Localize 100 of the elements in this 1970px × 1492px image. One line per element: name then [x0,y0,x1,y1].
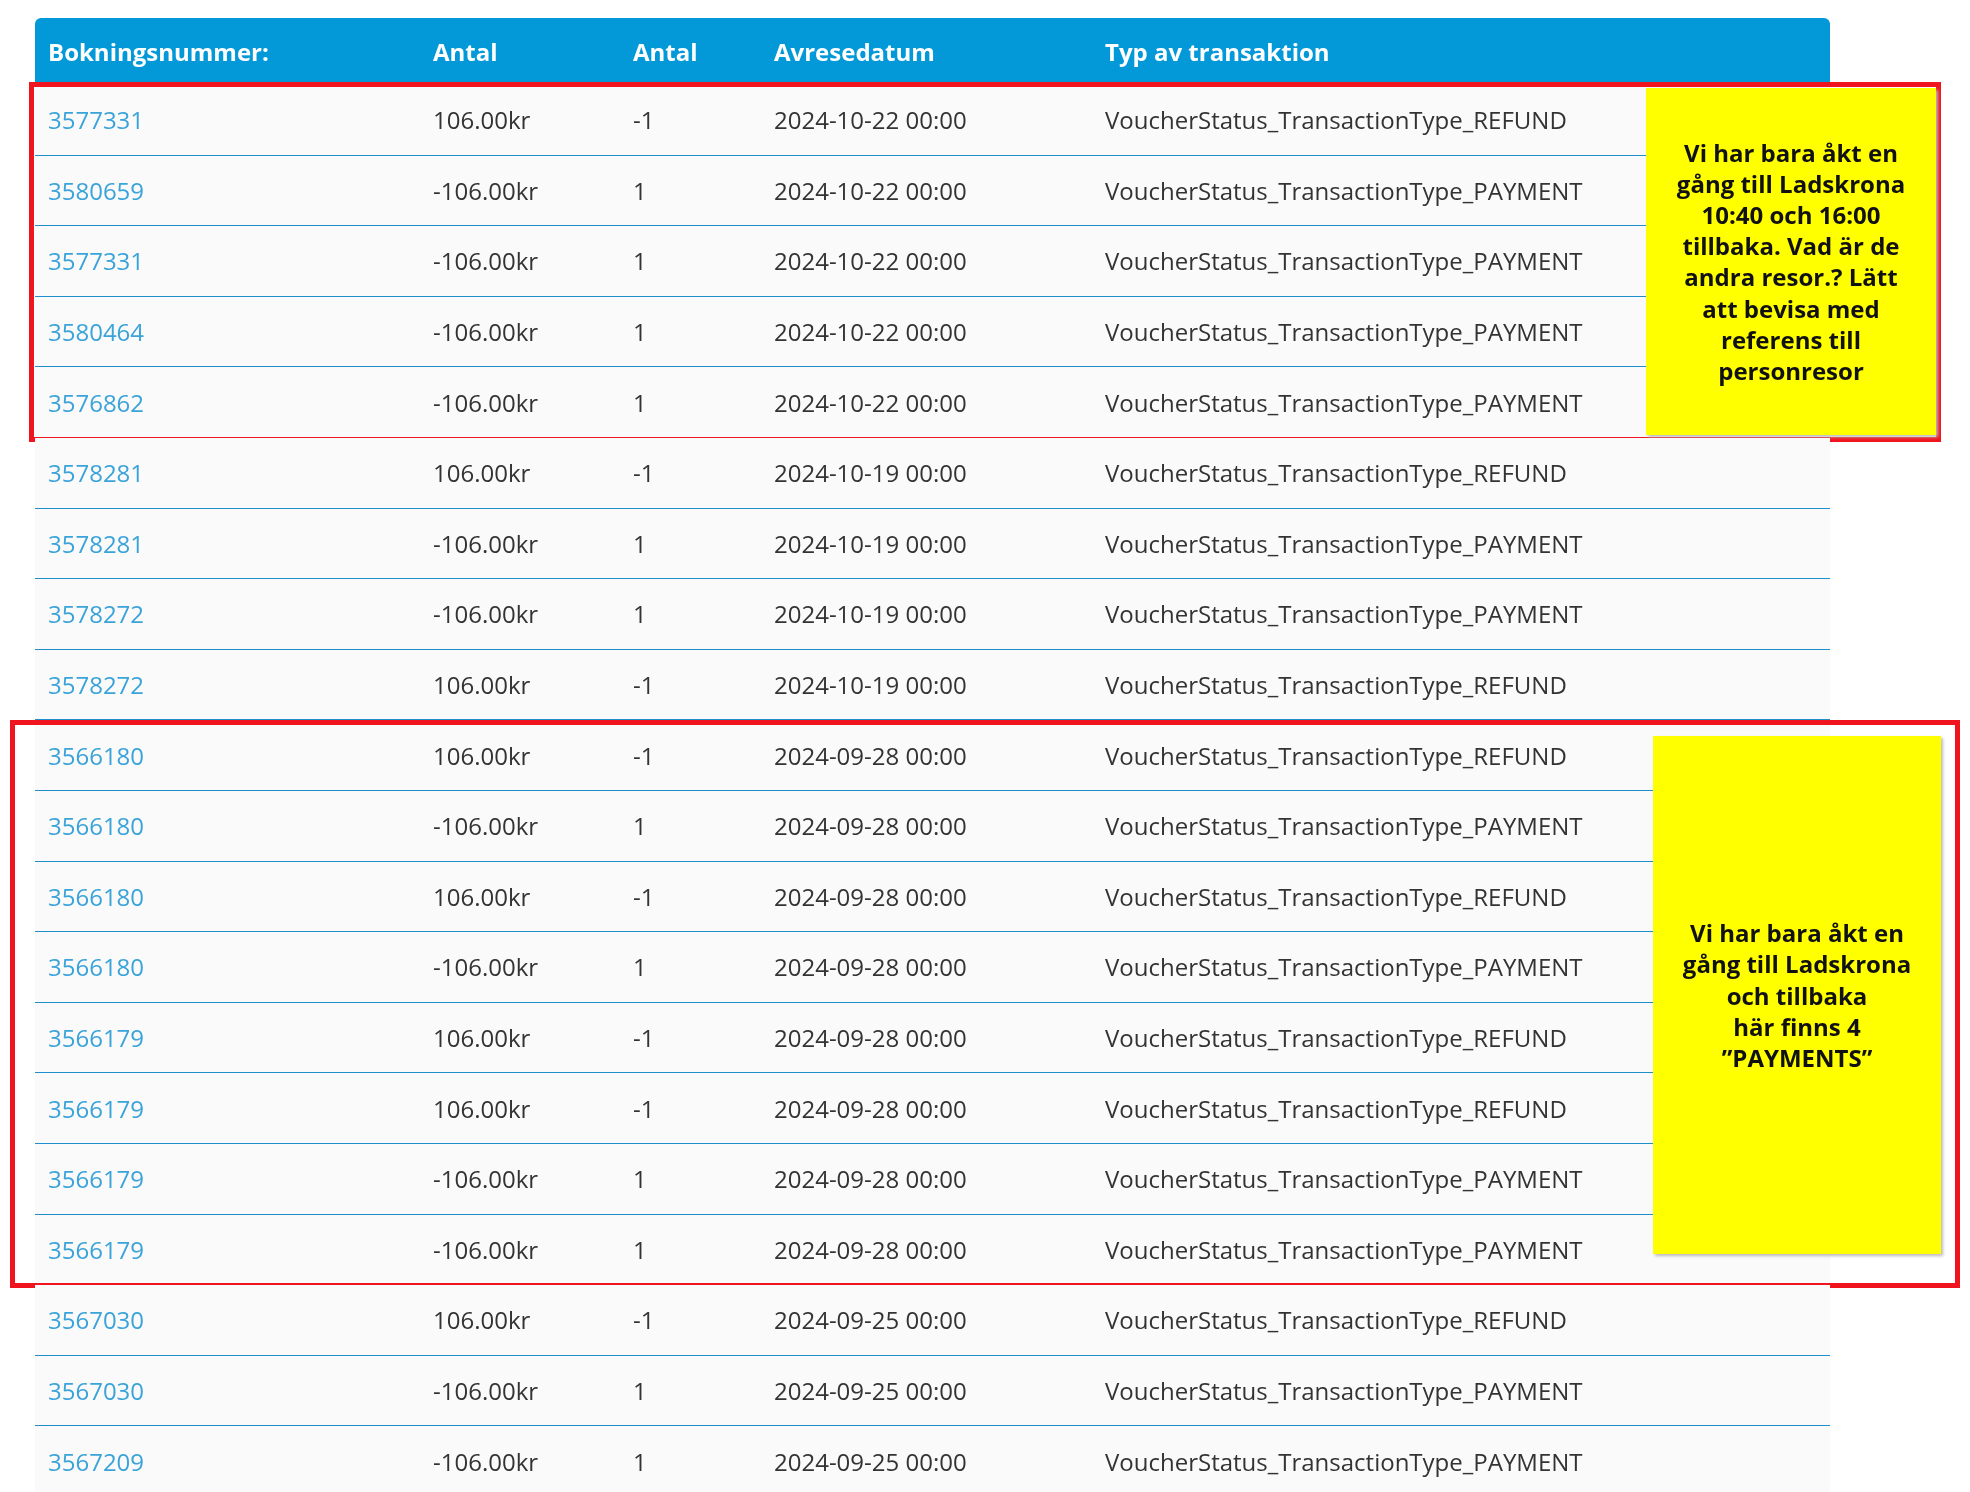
table-cell: -106.00kr [433,597,539,631]
table-cell: -1 [633,668,655,702]
table-cell: -1 [633,456,655,490]
table-cell: 1 [633,526,647,560]
table-cell: 2024-09-25 00:00 [774,1374,967,1407]
booking-link[interactable]: 3577331 [48,103,145,137]
table-cell: VoucherStatus_TransactionType_REFUND [1105,1303,1567,1337]
table-cell: VoucherStatus_TransactionType_PAYMENT [1105,1374,1583,1407]
table-cell: 2024-10-19 00:00 [774,526,967,560]
booking-link[interactable]: 3566179 [48,1091,145,1125]
table-cell: 2024-09-28 00:00 [774,738,967,772]
table-cell: 1 [633,1444,647,1478]
column-header: Typ av transaktion [1105,35,1330,68]
table-cell: -106.00kr [433,950,539,984]
table-cell: 2024-09-28 00:00 [774,809,967,843]
table-cell: VoucherStatus_TransactionType_REFUND [1105,1091,1567,1125]
table-cell: VoucherStatus_TransactionType_REFUND [1105,103,1567,137]
table-cell: -1 [633,738,655,772]
sticky-note: Vi har bara åkt en gång till Ladskrona och tillbaka här finns 4 ”PAYMENTS” [1653,736,1941,1255]
booking-link[interactable]: 3578272 [48,668,145,702]
table-cell: 2024-10-19 00:00 [774,456,967,490]
booking-link[interactable]: 3578281 [48,526,145,560]
table-cell: 2024-10-22 00:00 [774,315,967,349]
table-cell: VoucherStatus_TransactionType_REFUND [1105,879,1567,913]
table-cell: -106.00kr [433,1444,539,1478]
table-cell: -106.00kr [433,385,539,419]
booking-link[interactable]: 3580659 [48,173,145,207]
booking-link[interactable]: 3566179 [48,1162,145,1196]
booking-link[interactable]: 3576862 [48,385,145,419]
sticky-note: Vi har bara åkt en gång till Ladskrona 10:40 och 16:00 tillbaka. Vad är de andra resor.? Lätt att bevisa med referens till personresor [1646,88,1936,435]
table-cell: VoucherStatus_TransactionType_PAYMENT [1105,244,1583,278]
table-cell: 106.00kr [433,456,531,490]
table-cell: -106.00kr [433,1374,539,1407]
booking-link[interactable]: 3566180 [48,809,145,843]
table-cell: -1 [633,103,655,137]
booking-link[interactable]: 3566179 [48,1232,145,1266]
table-cell: VoucherStatus_TransactionType_PAYMENT [1105,315,1583,349]
booking-link[interactable]: 3578281 [48,456,145,490]
table-cell: VoucherStatus_TransactionType_PAYMENT [1105,173,1583,207]
table-cell: 2024-09-28 00:00 [774,1021,967,1054]
table-cell: 1 [633,597,647,631]
table-cell: VoucherStatus_TransactionType_REFUND [1105,456,1567,490]
table-cell: 2024-09-28 00:00 [774,879,967,913]
column-header: Avresedatum [774,35,935,68]
table-cell: 1 [633,950,647,984]
table-cell: 2024-10-19 00:00 [774,668,967,702]
table-cell: 2024-10-22 00:00 [774,103,967,137]
column-header: Bokningsnummer: [48,35,269,68]
table-cell: 1 [633,315,647,349]
table-cell: 2024-10-22 00:00 [774,385,967,419]
table-cell: -106.00kr [433,526,539,560]
table-cell: 1 [633,173,647,207]
table-cell: -106.00kr [433,809,539,843]
table-cell: 2024-10-22 00:00 [774,244,967,278]
table-cell: VoucherStatus_TransactionType_REFUND [1105,1021,1567,1054]
table-cell: -1 [633,1021,655,1054]
booking-link[interactable]: 3578272 [48,597,145,631]
table-cell: 2024-09-25 00:00 [774,1303,967,1337]
table-cell: VoucherStatus_TransactionType_PAYMENT [1105,526,1583,560]
booking-link[interactable]: 3577331 [48,244,145,278]
booking-link[interactable]: 3567030 [48,1303,145,1337]
table-cell: 1 [633,244,647,278]
booking-link[interactable]: 3566180 [48,879,145,913]
table-cell: 1 [633,809,647,843]
table-cell: 1 [633,1232,647,1266]
table-cell: VoucherStatus_TransactionType_REFUND [1105,738,1567,772]
table-cell: -106.00kr [433,1232,539,1266]
booking-link[interactable]: 3580464 [48,315,145,349]
table-cell: 1 [633,1162,647,1196]
table-cell: 106.00kr [433,103,531,137]
table-cell: -1 [633,879,655,913]
table-cell: VoucherStatus_TransactionType_PAYMENT [1105,950,1583,984]
table-cell: VoucherStatus_TransactionType_PAYMENT [1105,1162,1583,1196]
table-cell: -106.00kr [433,315,539,349]
table-cell: 2024-09-28 00:00 [774,1162,967,1196]
table-cell: VoucherStatus_TransactionType_PAYMENT [1105,1232,1583,1266]
table-cell: 106.00kr [433,1021,531,1054]
booking-link[interactable]: 3566180 [48,950,145,984]
table-cell: 1 [633,385,647,419]
booking-link[interactable]: 3567209 [48,1444,145,1478]
table-cell: -1 [633,1303,655,1337]
table-cell: VoucherStatus_TransactionType_PAYMENT [1105,597,1583,631]
table-cell: -106.00kr [433,173,539,207]
booking-link[interactable]: 3566179 [48,1021,145,1054]
table-cell: 2024-09-28 00:00 [774,1091,967,1125]
table-cell: 106.00kr [433,668,531,702]
table-cell: 1 [633,1374,647,1407]
table-cell: 106.00kr [433,738,531,772]
table-cell: -106.00kr [433,1162,539,1196]
table-cell: -1 [633,1091,655,1125]
table-cell: VoucherStatus_TransactionType_PAYMENT [1105,809,1583,843]
table-cell: 2024-10-19 00:00 [774,597,967,631]
table-cell: VoucherStatus_TransactionType_REFUND [1105,668,1567,702]
table-cell: VoucherStatus_TransactionType_PAYMENT [1105,1444,1583,1478]
column-header: Antal [433,35,498,68]
table-cell: -106.00kr [433,244,539,278]
booking-link[interactable]: 3566180 [48,738,145,772]
table-cell: VoucherStatus_TransactionType_PAYMENT [1105,385,1583,419]
table-cell: 106.00kr [433,1303,531,1337]
booking-link[interactable]: 3567030 [48,1374,145,1407]
